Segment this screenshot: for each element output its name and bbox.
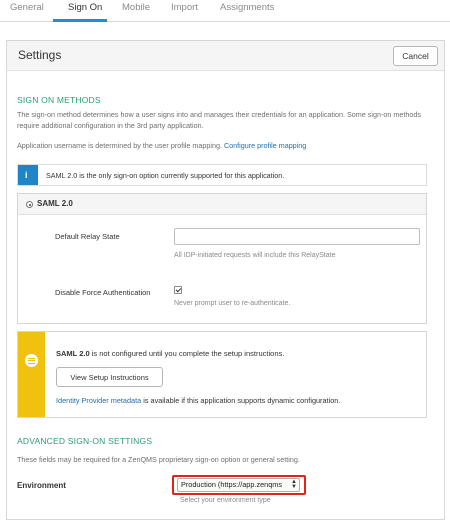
environment-label: Environment — [17, 481, 66, 490]
idp-metadata-rest: is available if this application support… — [141, 396, 341, 405]
setup-warning-bold: SAML 2.0 — [56, 349, 90, 358]
setup-warning-rest: is not configured until you complete the… — [89, 349, 285, 358]
info-notice-text: SAML 2.0 is the only sign-on option curr… — [46, 171, 285, 180]
saml-radio-button[interactable] — [26, 201, 33, 208]
tab-assignments[interactable]: Assignments — [218, 2, 276, 13]
default-relay-state-input[interactable] — [174, 228, 420, 245]
configure-profile-mapping-link[interactable]: Configure profile mapping — [224, 141, 306, 150]
saml-option-panel: SAML 2.0 Default Relay State All IDP-ini… — [17, 193, 427, 324]
tab-bar: General Sign On Mobile Import Assignment… — [0, 0, 450, 22]
cancel-button[interactable]: Cancel — [393, 46, 438, 66]
settings-title: Settings — [18, 48, 62, 62]
active-tab-indicator — [53, 19, 107, 22]
tab-sign-on[interactable]: Sign On — [66, 2, 104, 13]
info-icon: i — [25, 170, 28, 180]
idp-metadata-link[interactable]: Identity Provider metadata — [56, 396, 141, 405]
relay-state-hint: All IDP-initiated requests will include … — [174, 252, 336, 259]
advanced-settings-description: These fields may be required for a ZenQM… — [17, 455, 300, 464]
sign-on-description: The sign-on method determines how a user… — [17, 110, 421, 130]
disable-force-auth-checkbox[interactable] — [174, 286, 182, 294]
setup-warning-panel: SAML 2.0 is not configured until you com… — [17, 331, 427, 418]
username-mapping-label: Application username is determined by th… — [17, 141, 222, 150]
sign-on-methods-heading: SIGN ON METHODS — [17, 95, 101, 105]
default-relay-state-label: Default Relay State — [55, 232, 120, 241]
info-strip: i — [18, 165, 38, 185]
environment-selected-value: Production (https://app.zenqms — [181, 480, 282, 489]
environment-hint: Select your environment type — [180, 497, 271, 504]
idp-metadata-text: Identity Provider metadata is available … — [56, 396, 340, 405]
select-arrows-icon: ▲ ▼ — [291, 479, 297, 490]
tab-mobile[interactable]: Mobile — [120, 2, 152, 13]
username-mapping-text: Application username is determined by th… — [17, 141, 422, 152]
advanced-settings-heading: ADVANCED SIGN-ON SETTINGS — [17, 436, 153, 446]
disable-force-auth-label: Disable Force Authentication — [55, 288, 151, 297]
warning-strip — [18, 332, 45, 417]
tab-import[interactable]: Import — [169, 2, 200, 13]
environment-select[interactable]: Production (https://app.zenqms ▲ ▼ — [177, 478, 300, 492]
force-auth-hint: Never prompt user to re-authenticate. — [174, 300, 291, 307]
settings-header: Settings Cancel — [7, 41, 444, 71]
setup-warning-text: SAML 2.0 is not configured until you com… — [56, 349, 284, 358]
saml-option-label: SAML 2.0 — [37, 199, 73, 208]
tab-general[interactable]: General — [8, 2, 46, 13]
saml-option-header: SAML 2.0 — [18, 194, 426, 215]
list-icon — [25, 354, 38, 367]
info-notice: i SAML 2.0 is the only sign-on option cu… — [17, 164, 427, 186]
view-setup-instructions-button[interactable]: View Setup Instructions — [56, 367, 163, 387]
